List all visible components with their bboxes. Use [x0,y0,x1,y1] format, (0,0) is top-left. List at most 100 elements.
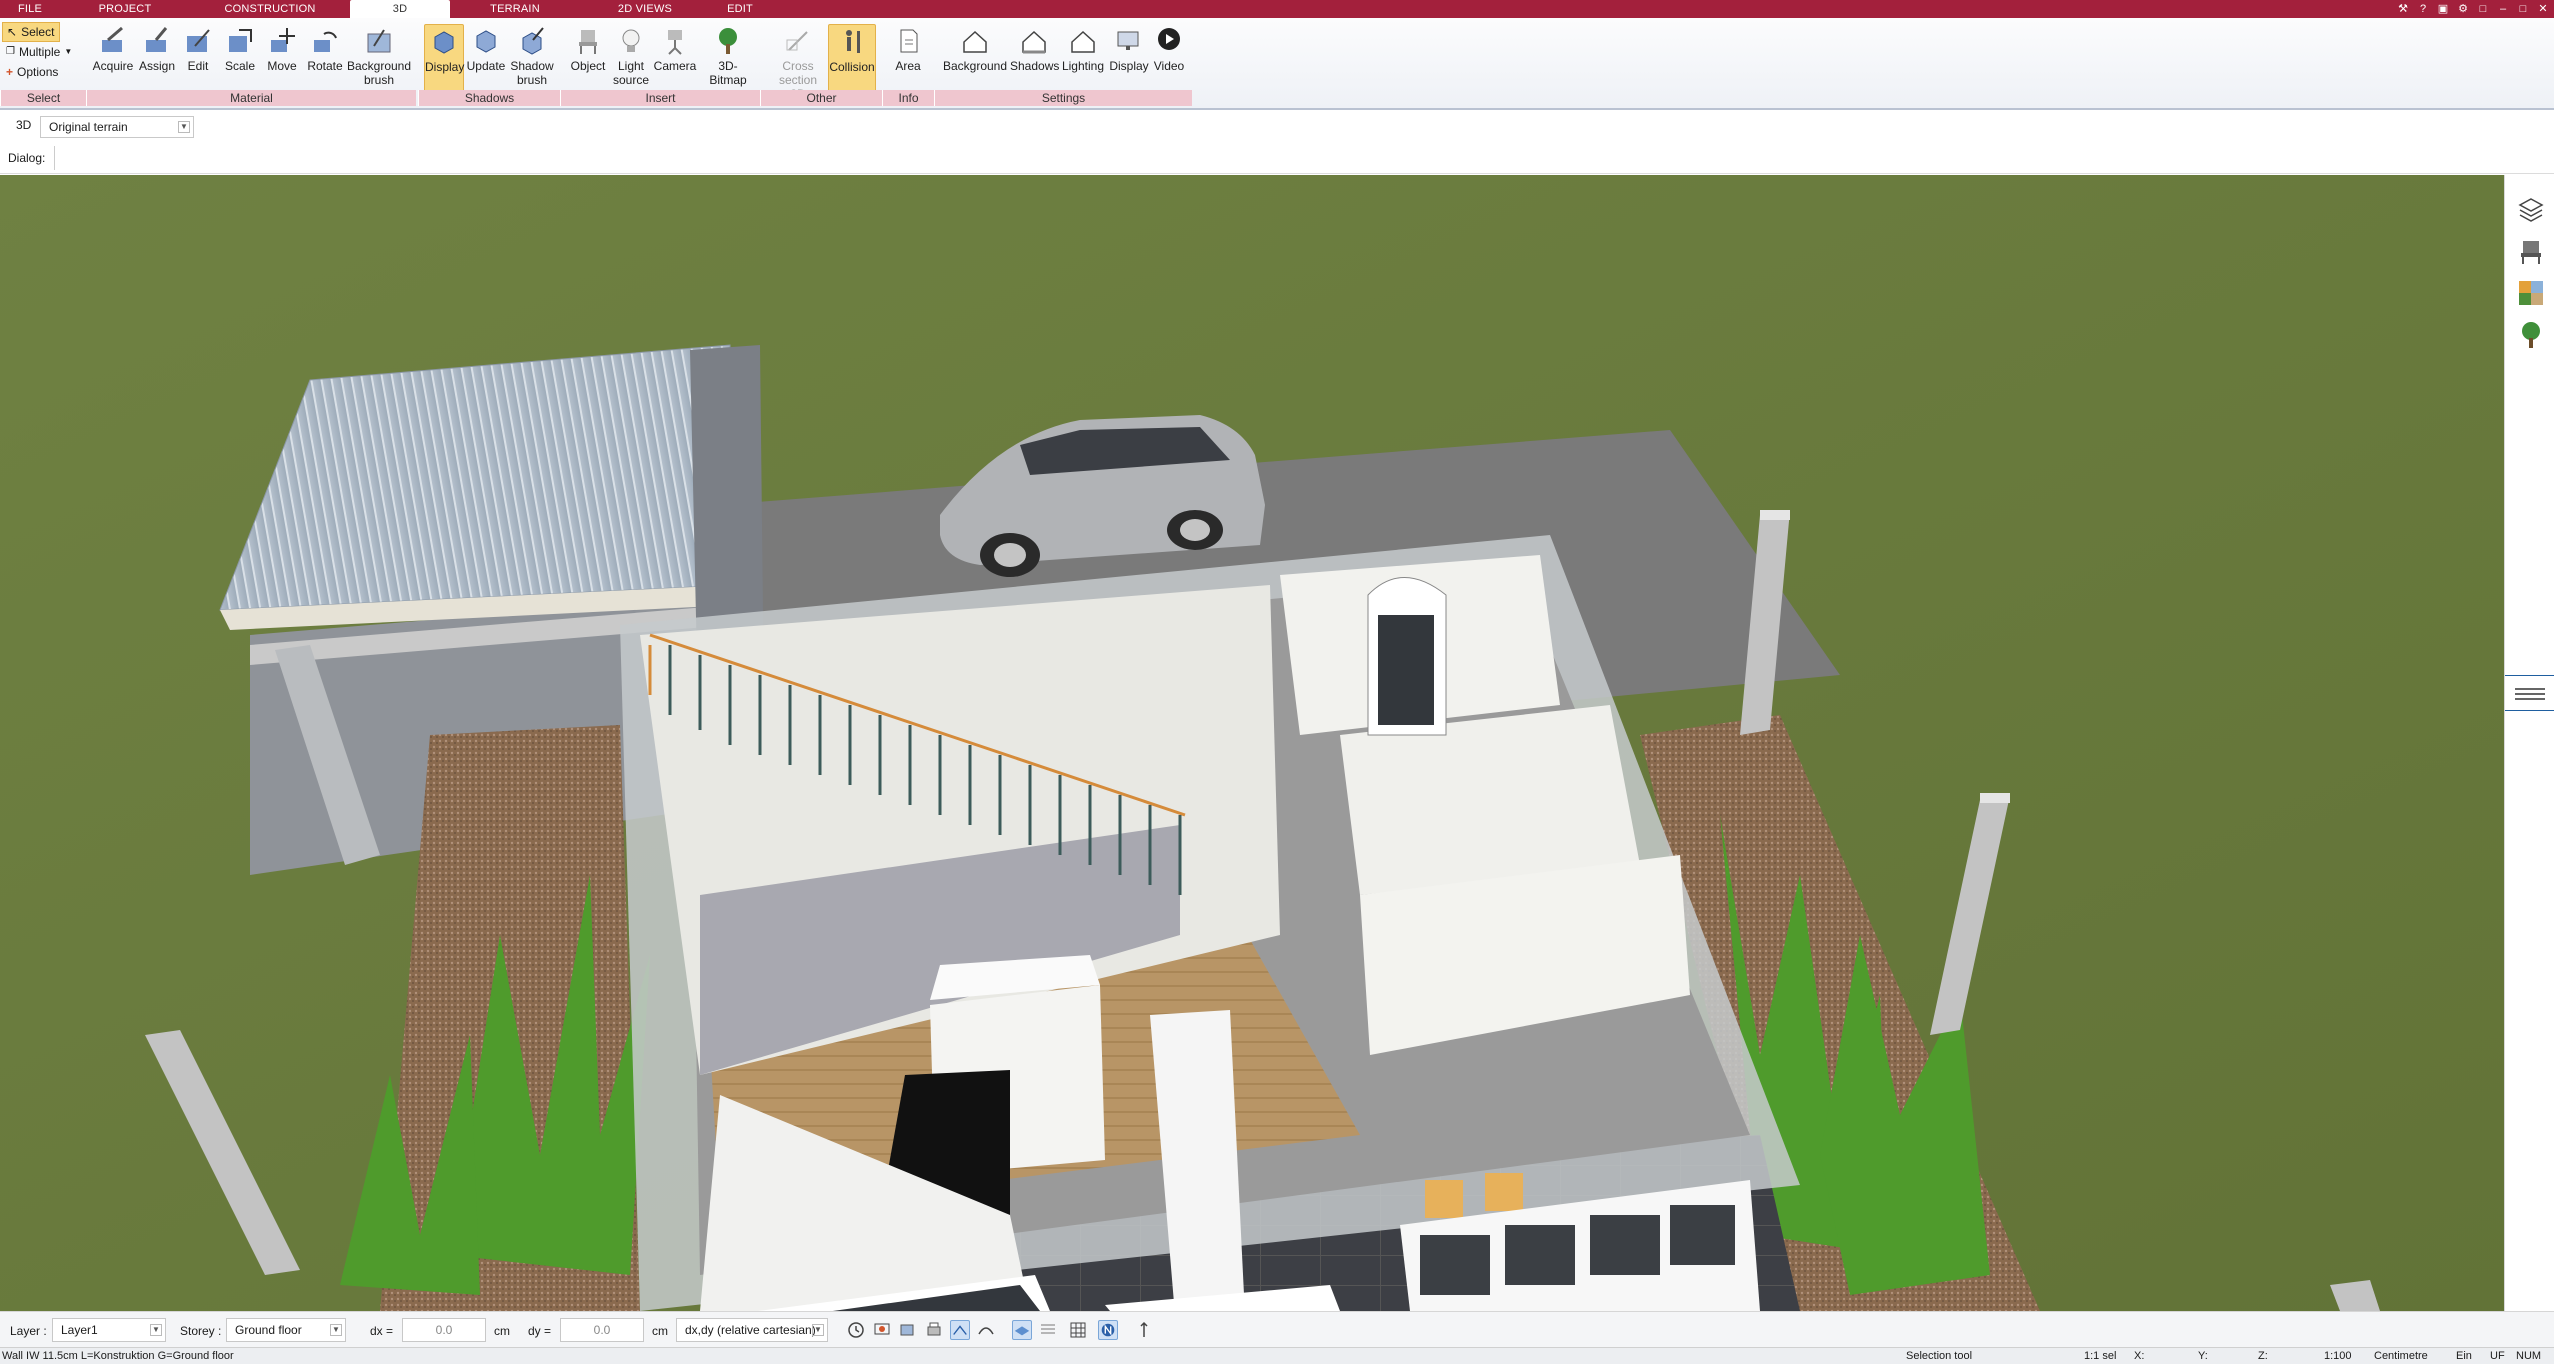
menu-tab-bar: FILE PROJECT CONSTRUCTION 3D TERRAIN 2D … [0,0,2554,18]
dy-label: dy = [528,1324,552,1338]
background-brush-icon [367,29,391,53]
collision-person-icon [846,30,860,53]
shadow-brush-icon [522,27,544,55]
group-label-settings: Settings [934,90,1192,106]
play-video-icon [1158,28,1180,50]
view-toolbar: 3D Original terrain ▼ [0,112,2554,142]
group-label-material: Material [86,90,416,106]
dialog-separator [54,146,55,170]
tab-file[interactable]: FILE [0,0,60,18]
hamburger-icon [2515,688,2545,700]
3d-viewport[interactable] [0,175,2504,1311]
screen-capture-icon[interactable] [872,1320,892,1340]
grid-icon[interactable] [1068,1320,1088,1340]
chevron-down-icon: ▼ [330,1324,342,1336]
tab-project[interactable]: PROJECT [60,0,190,18]
layer-label: Layer : [10,1324,47,1338]
tab-terrain[interactable]: TERRAIN [450,0,580,18]
tree-bitmap-icon [719,28,737,54]
ribbon-tabs: FILE PROJECT CONSTRUCTION 3D TERRAIN 2D … [0,0,770,18]
maximize-icon[interactable]: □ [2516,2,2530,16]
chevron-down-icon: ▼ [812,1324,824,1336]
chair-object-icon [579,30,597,54]
tab-construction[interactable]: CONSTRUCTION [190,0,350,18]
tab-edit[interactable]: EDIT [710,0,770,18]
group-label-info: Info [882,90,934,106]
coordinate-mode-select[interactable]: dx,dy (relative cartesian) ▼ [676,1318,828,1342]
cube-shadow-icon [434,31,454,54]
view-mode-label: 3D [16,118,32,132]
select-column: ↖ Select ❐ Multiple ▼ + Options [2,22,84,82]
tab-3d[interactable]: 3D [350,0,450,18]
scale-icon [229,29,252,52]
camera-icon [668,30,682,55]
chair-icon[interactable] [2517,237,2545,265]
cross-section-icon [786,31,808,51]
material-palette-icon[interactable] [2517,279,2545,307]
paint-brush-icon [146,27,168,52]
pin-icon[interactable]: ▣ [2436,2,2450,16]
multiple-select-icon: ❐ [6,46,15,57]
help-icon[interactable]: ? [2416,2,2430,16]
move-arrows-icon [271,28,295,52]
tab-2d-views[interactable]: 2D VIEWS [580,0,710,18]
group-label-insert: Insert [560,90,760,106]
ribbon-toolbar: ↖ Select ❐ Multiple ▼ + Options Acquire … [0,18,2554,110]
active-tool-status: Selection tool [1906,1350,1973,1362]
dx-input[interactable]: 0.0 [402,1318,486,1342]
dx-label: dx = [370,1324,394,1338]
dy-input[interactable]: 0.0 [560,1318,644,1342]
chevron-down-icon: ▼ [178,121,190,133]
light-bulb-icon [622,29,640,52]
side-panel [2504,175,2554,1311]
window-controls: ⚒ ? ▣ ⚙ □ – □ ✕ [2396,0,2550,18]
dialog-bar: Dialog: [0,142,2554,174]
terrain-select[interactable]: Original terrain ▼ [40,116,194,138]
layer-tool-icon[interactable] [898,1320,918,1340]
select-button[interactable]: ↖ Select [2,22,60,42]
chevron-down-icon: ▼ [64,47,73,56]
x-coordinate-label: X: [2134,1350,2145,1362]
dy-unit-label: cm [652,1324,668,1338]
group-label-shadows: Shadows [418,90,560,106]
cube-refresh-icon [476,30,496,53]
print-icon[interactable] [924,1320,944,1340]
chevron-down-icon: ▼ [150,1324,162,1336]
storey-select[interactable]: Ground floor ▼ [226,1318,346,1342]
storey-label: Storey : [180,1324,222,1338]
settings-icon[interactable]: ⚙ [2456,2,2470,16]
rotate-icon [314,31,337,52]
close-icon[interactable]: ✕ [2536,2,2550,16]
snap-line-icon[interactable] [950,1320,970,1340]
status-bar: Wall IW 11.5cm L=Konstruktion G=Ground f… [0,1347,2554,1364]
plane-snap-icon[interactable] [1012,1320,1032,1340]
scale-status: 1:100 [2324,1350,2352,1362]
minimize-icon[interactable]: – [2496,2,2510,16]
element-info-status: Wall IW 11.5cm L=Konstruktion G=Ground f… [2,1350,234,1362]
clock-icon[interactable] [846,1320,866,1340]
house-shadow-icon [1022,30,1046,54]
tools-icon[interactable]: ⚒ [2396,2,2410,16]
north-icon[interactable] [1098,1320,1118,1340]
3d-scene-render [0,175,2504,1311]
selection-status: 1:1 sel [2084,1350,2117,1362]
bottom-toolbar: Layer : Layer1 ▼ Storey : Ground floor ▼… [0,1311,2554,1347]
multiple-button[interactable]: ❐ Multiple ▼ [2,42,84,62]
num-lock-status: NUM [2516,1350,2542,1362]
layer-select[interactable]: Layer1 ▼ [52,1318,166,1342]
options-button[interactable]: + Options [2,62,84,82]
y-coordinate-label: Y: [2198,1350,2208,1362]
dx-unit-label: cm [494,1324,510,1338]
z-coordinate-label: Z: [2258,1350,2268,1362]
snap-curve-icon[interactable] [976,1320,996,1340]
layers-icon[interactable] [2517,195,2545,223]
unit-status: Centimetre [2374,1350,2428,1362]
side-panel-toggle[interactable] [2505,675,2554,711]
house-lighting-icon [1071,30,1095,53]
hatch-icon[interactable] [1038,1320,1058,1340]
tree-icon[interactable] [2517,321,2545,349]
window-restore-icon[interactable]: □ [2476,2,2490,16]
group-label-other: Other [760,90,882,106]
vertical-arrow-icon[interactable] [1134,1320,1154,1340]
dialog-label: Dialog: [8,151,46,165]
